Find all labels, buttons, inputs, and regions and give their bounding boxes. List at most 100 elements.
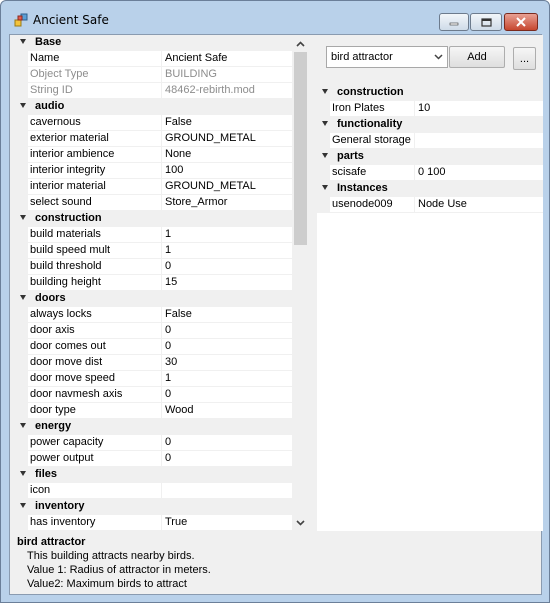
- property-value[interactable]: 100: [163, 164, 293, 179]
- property-value[interactable]: 10: [416, 102, 543, 117]
- property-value[interactable]: 0: [163, 452, 293, 467]
- property-row[interactable]: interior ambience None: [15, 147, 293, 163]
- property-row[interactable]: power capacity 0: [15, 435, 293, 451]
- collapse-icon[interactable]: [322, 153, 328, 158]
- property-row[interactable]: select sound Store_Armor: [15, 195, 293, 211]
- property-value[interactable]: False: [163, 116, 293, 131]
- property-row[interactable]: door navmesh axis 0: [15, 387, 293, 403]
- property-value[interactable]: GROUND_METAL: [163, 132, 293, 147]
- property-row[interactable]: door type Wood: [15, 403, 293, 419]
- category-header[interactable]: functionality: [317, 117, 543, 133]
- help-panel: bird attractor This building attracts ne…: [15, 533, 538, 593]
- property-value[interactable]: None: [163, 148, 293, 163]
- category-header[interactable]: energy: [15, 419, 293, 435]
- category-label: parts: [337, 150, 364, 162]
- property-value[interactable]: 0: [163, 324, 293, 339]
- property-row[interactable]: interior material GROUND_METAL: [15, 179, 293, 195]
- property-row[interactable]: icon: [15, 483, 293, 499]
- property-row[interactable]: General storage: [317, 133, 543, 149]
- components-panel: bird attractor Add ... construction Iron …: [316, 35, 543, 531]
- collapse-icon[interactable]: [322, 89, 328, 94]
- property-value[interactable]: Node Use: [416, 198, 543, 213]
- category-header[interactable]: inventory: [15, 499, 293, 515]
- property-grid-scrollbar[interactable]: [292, 35, 309, 531]
- collapse-icon[interactable]: [20, 423, 26, 428]
- property-row[interactable]: always locks False: [15, 307, 293, 323]
- dropdown-arrow[interactable]: [430, 47, 447, 67]
- property-value[interactable]: 1: [163, 372, 293, 387]
- property-value[interactable]: 30: [163, 356, 293, 371]
- category-header[interactable]: doors: [15, 291, 293, 307]
- property-name: door comes out: [30, 340, 106, 352]
- property-row[interactable]: build threshold 0: [15, 259, 293, 275]
- browse-button[interactable]: ...: [513, 47, 536, 70]
- property-row[interactable]: door move dist 30: [15, 355, 293, 371]
- property-row[interactable]: exterior material GROUND_METAL: [15, 131, 293, 147]
- app-icon: [14, 13, 28, 27]
- property-value[interactable]: 0: [163, 260, 293, 275]
- category-header[interactable]: construction: [317, 85, 543, 101]
- property-grid[interactable]: Base Name Ancient Safe Object Type BUILDING S…: [15, 35, 293, 531]
- category-header[interactable]: audio: [15, 99, 293, 115]
- add-button[interactable]: Add: [449, 46, 505, 68]
- category-label: inventory: [35, 500, 85, 512]
- collapse-icon[interactable]: [322, 121, 328, 126]
- property-value[interactable]: GROUND_METAL: [163, 180, 293, 195]
- property-value[interactable]: False: [163, 308, 293, 323]
- property-value[interactable]: 15: [163, 276, 293, 291]
- property-value[interactable]: 0: [163, 340, 293, 355]
- property-value[interactable]: Store_Armor: [163, 196, 293, 211]
- category-header[interactable]: parts: [317, 149, 543, 165]
- property-value[interactable]: 1: [163, 244, 293, 259]
- collapse-icon[interactable]: [20, 295, 26, 300]
- scroll-down-button[interactable]: [292, 514, 309, 531]
- components-grid[interactable]: construction Iron Plates 10 functionality Ge…: [317, 85, 543, 531]
- collapse-icon[interactable]: [20, 39, 26, 44]
- maximize-button[interactable]: [470, 13, 502, 31]
- property-row[interactable]: power output 0: [15, 451, 293, 467]
- collapse-icon[interactable]: [20, 503, 26, 508]
- property-row[interactable]: interior integrity 100: [15, 163, 293, 179]
- property-row[interactable]: Name Ancient Safe: [15, 51, 293, 67]
- property-row[interactable]: build materials 1: [15, 227, 293, 243]
- property-row[interactable]: String ID 48462-rebirth.mod: [15, 83, 293, 99]
- property-row[interactable]: has inventory True: [15, 515, 293, 531]
- property-value[interactable]: Ancient Safe: [163, 52, 293, 67]
- property-value[interactable]: 0: [163, 436, 293, 451]
- property-row[interactable]: scisafe 0 100: [317, 165, 543, 181]
- help-line: Value 1: Radius of attractor in meters.: [27, 564, 211, 576]
- scroll-up-button[interactable]: [292, 35, 309, 52]
- property-row[interactable]: build speed mult 1: [15, 243, 293, 259]
- category-header[interactable]: construction: [15, 211, 293, 227]
- title-bar[interactable]: Ancient Safe: [1, 1, 549, 35]
- property-row[interactable]: Object Type BUILDING: [15, 67, 293, 83]
- property-row[interactable]: Iron Plates 10: [317, 101, 543, 117]
- scroll-thumb[interactable]: [294, 52, 307, 245]
- property-value[interactable]: [163, 484, 293, 499]
- component-type-select[interactable]: bird attractor: [326, 46, 448, 68]
- property-value[interactable]: [416, 134, 543, 149]
- property-row[interactable]: door move speed 1: [15, 371, 293, 387]
- category-header[interactable]: Base: [15, 35, 293, 51]
- property-name: door move speed: [30, 372, 115, 384]
- category-header[interactable]: files: [15, 467, 293, 483]
- collapse-icon[interactable]: [20, 215, 26, 220]
- property-value[interactable]: True: [163, 516, 293, 531]
- property-value[interactable]: 1: [163, 228, 293, 243]
- property-row[interactable]: building height 15: [15, 275, 293, 291]
- property-value[interactable]: 0: [163, 388, 293, 403]
- minimize-button[interactable]: [439, 13, 469, 31]
- property-row[interactable]: door comes out 0: [15, 339, 293, 355]
- collapse-icon[interactable]: [20, 103, 26, 108]
- collapse-icon[interactable]: [322, 185, 328, 190]
- close-button[interactable]: [504, 13, 538, 31]
- category-header[interactable]: Instances: [317, 181, 543, 197]
- property-value[interactable]: 0 100: [416, 166, 543, 181]
- property-value[interactable]: Wood: [163, 404, 293, 419]
- property-name: door axis: [30, 324, 75, 336]
- property-row[interactable]: door axis 0: [15, 323, 293, 339]
- collapse-icon[interactable]: [20, 471, 26, 476]
- property-row[interactable]: cavernous False: [15, 115, 293, 131]
- property-name: interior material: [30, 180, 106, 192]
- property-row[interactable]: usenode009 Node Use: [317, 197, 543, 213]
